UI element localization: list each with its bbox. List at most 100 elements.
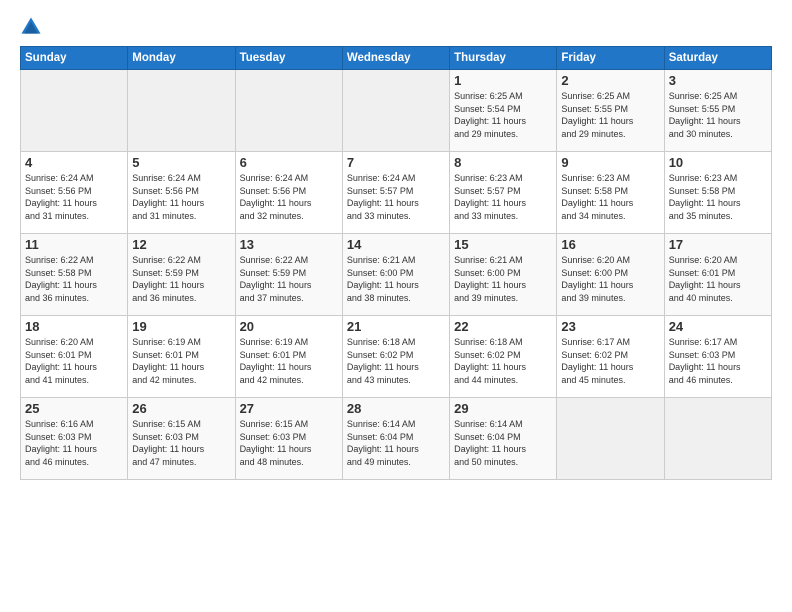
- day-number: 25: [25, 401, 123, 416]
- calendar-cell: 24 Sunrise: 6:17 AMSunset: 6:03 PMDayligh…: [664, 316, 771, 398]
- day-detail: Sunrise: 6:14 AMSunset: 6:04 PMDaylight:…: [347, 418, 445, 468]
- day-number: 15: [454, 237, 552, 252]
- day-number: 12: [132, 237, 230, 252]
- day-detail: Sunrise: 6:25 AMSunset: 5:55 PMDaylight:…: [669, 90, 767, 140]
- calendar-cell: 21 Sunrise: 6:18 AMSunset: 6:02 PMDayligh…: [342, 316, 449, 398]
- day-detail: Sunrise: 6:16 AMSunset: 6:03 PMDaylight:…: [25, 418, 123, 468]
- day-detail: Sunrise: 6:23 AMSunset: 5:58 PMDaylight:…: [561, 172, 659, 222]
- day-number: 18: [25, 319, 123, 334]
- day-number: 3: [669, 73, 767, 88]
- day-number: 4: [25, 155, 123, 170]
- calendar-cell: [664, 398, 771, 480]
- calendar-cell: [21, 70, 128, 152]
- calendar-cell: [235, 70, 342, 152]
- week-row-3: 11 Sunrise: 6:22 AMSunset: 5:58 PMDayligh…: [21, 234, 772, 316]
- day-number: 28: [347, 401, 445, 416]
- logo-icon: [20, 16, 42, 38]
- calendar-cell: 10 Sunrise: 6:23 AMSunset: 5:58 PMDayligh…: [664, 152, 771, 234]
- day-number: 14: [347, 237, 445, 252]
- day-number: 8: [454, 155, 552, 170]
- day-number: 13: [240, 237, 338, 252]
- header-monday: Monday: [128, 47, 235, 70]
- calendar-cell: 1 Sunrise: 6:25 AMSunset: 5:54 PMDaylight…: [450, 70, 557, 152]
- day-number: 21: [347, 319, 445, 334]
- day-number: 11: [25, 237, 123, 252]
- header-saturday: Saturday: [664, 47, 771, 70]
- day-detail: Sunrise: 6:20 AMSunset: 6:01 PMDaylight:…: [25, 336, 123, 386]
- day-detail: Sunrise: 6:20 AMSunset: 6:01 PMDaylight:…: [669, 254, 767, 304]
- week-row-4: 18 Sunrise: 6:20 AMSunset: 6:01 PMDayligh…: [21, 316, 772, 398]
- day-detail: Sunrise: 6:22 AMSunset: 5:58 PMDaylight:…: [25, 254, 123, 304]
- day-detail: Sunrise: 6:18 AMSunset: 6:02 PMDaylight:…: [347, 336, 445, 386]
- day-detail: Sunrise: 6:17 AMSunset: 6:02 PMDaylight:…: [561, 336, 659, 386]
- day-number: 19: [132, 319, 230, 334]
- day-detail: Sunrise: 6:22 AMSunset: 5:59 PMDaylight:…: [132, 254, 230, 304]
- day-detail: Sunrise: 6:17 AMSunset: 6:03 PMDaylight:…: [669, 336, 767, 386]
- calendar-cell: 5 Sunrise: 6:24 AMSunset: 5:56 PMDaylight…: [128, 152, 235, 234]
- day-detail: Sunrise: 6:19 AMSunset: 6:01 PMDaylight:…: [240, 336, 338, 386]
- day-detail: Sunrise: 6:20 AMSunset: 6:00 PMDaylight:…: [561, 254, 659, 304]
- calendar-cell: 13Sunrise: 6:22 AMSunset: 5:59 PMDayligh…: [235, 234, 342, 316]
- header-friday: Friday: [557, 47, 664, 70]
- calendar-cell: 4 Sunrise: 6:24 AMSunset: 5:56 PMDaylight…: [21, 152, 128, 234]
- week-row-1: 1 Sunrise: 6:25 AMSunset: 5:54 PMDaylight…: [21, 70, 772, 152]
- page: SundayMondayTuesdayWednesdayThursdayFrid…: [0, 0, 792, 612]
- header-sunday: Sunday: [21, 47, 128, 70]
- calendar-cell: 9Sunrise: 6:23 AMSunset: 5:58 PMDaylight…: [557, 152, 664, 234]
- day-number: 29: [454, 401, 552, 416]
- day-number: 6: [240, 155, 338, 170]
- day-number: 23: [561, 319, 659, 334]
- calendar-cell: 7 Sunrise: 6:24 AMSunset: 5:57 PMDaylight…: [342, 152, 449, 234]
- day-detail: Sunrise: 6:15 AMSunset: 6:03 PMDaylight:…: [132, 418, 230, 468]
- calendar-cell: 14 Sunrise: 6:21 AMSunset: 6:00 PMDayligh…: [342, 234, 449, 316]
- day-detail: Sunrise: 6:21 AMSunset: 6:00 PMDaylight:…: [347, 254, 445, 304]
- day-number: 24: [669, 319, 767, 334]
- day-number: 5: [132, 155, 230, 170]
- calendar-cell: [342, 70, 449, 152]
- calendar-header: SundayMondayTuesdayWednesdayThursdayFrid…: [21, 47, 772, 70]
- calendar-cell: 16 Sunrise: 6:20 AMSunset: 6:00 PMDayligh…: [557, 234, 664, 316]
- header-thursday: Thursday: [450, 47, 557, 70]
- header-row: SundayMondayTuesdayWednesdayThursdayFrid…: [21, 47, 772, 70]
- day-number: 20: [240, 319, 338, 334]
- calendar-cell: 19 Sunrise: 6:19 AMSunset: 6:01 PMDayligh…: [128, 316, 235, 398]
- day-number: 26: [132, 401, 230, 416]
- header: [20, 16, 772, 38]
- calendar-cell: 22Sunrise: 6:18 AMSunset: 6:02 PMDayligh…: [450, 316, 557, 398]
- day-detail: Sunrise: 6:14 AMSunset: 6:04 PMDaylight:…: [454, 418, 552, 468]
- day-detail: Sunrise: 6:24 AMSunset: 5:56 PMDaylight:…: [240, 172, 338, 222]
- day-number: 17: [669, 237, 767, 252]
- logo: [20, 16, 46, 38]
- day-number: 10: [669, 155, 767, 170]
- calendar-cell: 2 Sunrise: 6:25 AMSunset: 5:55 PMDaylight…: [557, 70, 664, 152]
- day-detail: Sunrise: 6:23 AMSunset: 5:57 PMDaylight:…: [454, 172, 552, 222]
- day-detail: Sunrise: 6:24 AMSunset: 5:57 PMDaylight:…: [347, 172, 445, 222]
- header-wednesday: Wednesday: [342, 47, 449, 70]
- day-detail: Sunrise: 6:24 AMSunset: 5:56 PMDaylight:…: [132, 172, 230, 222]
- day-detail: Sunrise: 6:15 AMSunset: 6:03 PMDaylight:…: [240, 418, 338, 468]
- day-detail: Sunrise: 6:19 AMSunset: 6:01 PMDaylight:…: [132, 336, 230, 386]
- calendar-cell: 28 Sunrise: 6:14 AMSunset: 6:04 PMDayligh…: [342, 398, 449, 480]
- calendar-cell: 25 Sunrise: 6:16 AMSunset: 6:03 PMDayligh…: [21, 398, 128, 480]
- calendar-cell: 3 Sunrise: 6:25 AMSunset: 5:55 PMDaylight…: [664, 70, 771, 152]
- day-detail: Sunrise: 6:21 AMSunset: 6:00 PMDaylight:…: [454, 254, 552, 304]
- week-row-2: 4 Sunrise: 6:24 AMSunset: 5:56 PMDaylight…: [21, 152, 772, 234]
- day-detail: Sunrise: 6:23 AMSunset: 5:58 PMDaylight:…: [669, 172, 767, 222]
- calendar-cell: 18 Sunrise: 6:20 AMSunset: 6:01 PMDayligh…: [21, 316, 128, 398]
- week-row-5: 25 Sunrise: 6:16 AMSunset: 6:03 PMDayligh…: [21, 398, 772, 480]
- day-number: 16: [561, 237, 659, 252]
- header-tuesday: Tuesday: [235, 47, 342, 70]
- day-detail: Sunrise: 6:25 AMSunset: 5:55 PMDaylight:…: [561, 90, 659, 140]
- day-detail: Sunrise: 6:24 AMSunset: 5:56 PMDaylight:…: [25, 172, 123, 222]
- day-number: 27: [240, 401, 338, 416]
- calendar-cell: 27 Sunrise: 6:15 AMSunset: 6:03 PMDayligh…: [235, 398, 342, 480]
- day-detail: Sunrise: 6:18 AMSunset: 6:02 PMDaylight:…: [454, 336, 552, 386]
- day-number: 7: [347, 155, 445, 170]
- day-number: 1: [454, 73, 552, 88]
- day-detail: Sunrise: 6:25 AMSunset: 5:54 PMDaylight:…: [454, 90, 552, 140]
- calendar-cell: 15 Sunrise: 6:21 AMSunset: 6:00 PMDayligh…: [450, 234, 557, 316]
- calendar-cell: 6 Sunrise: 6:24 AMSunset: 5:56 PMDaylight…: [235, 152, 342, 234]
- calendar-cell: 17 Sunrise: 6:20 AMSunset: 6:01 PMDayligh…: [664, 234, 771, 316]
- calendar-cell: [128, 70, 235, 152]
- day-number: 2: [561, 73, 659, 88]
